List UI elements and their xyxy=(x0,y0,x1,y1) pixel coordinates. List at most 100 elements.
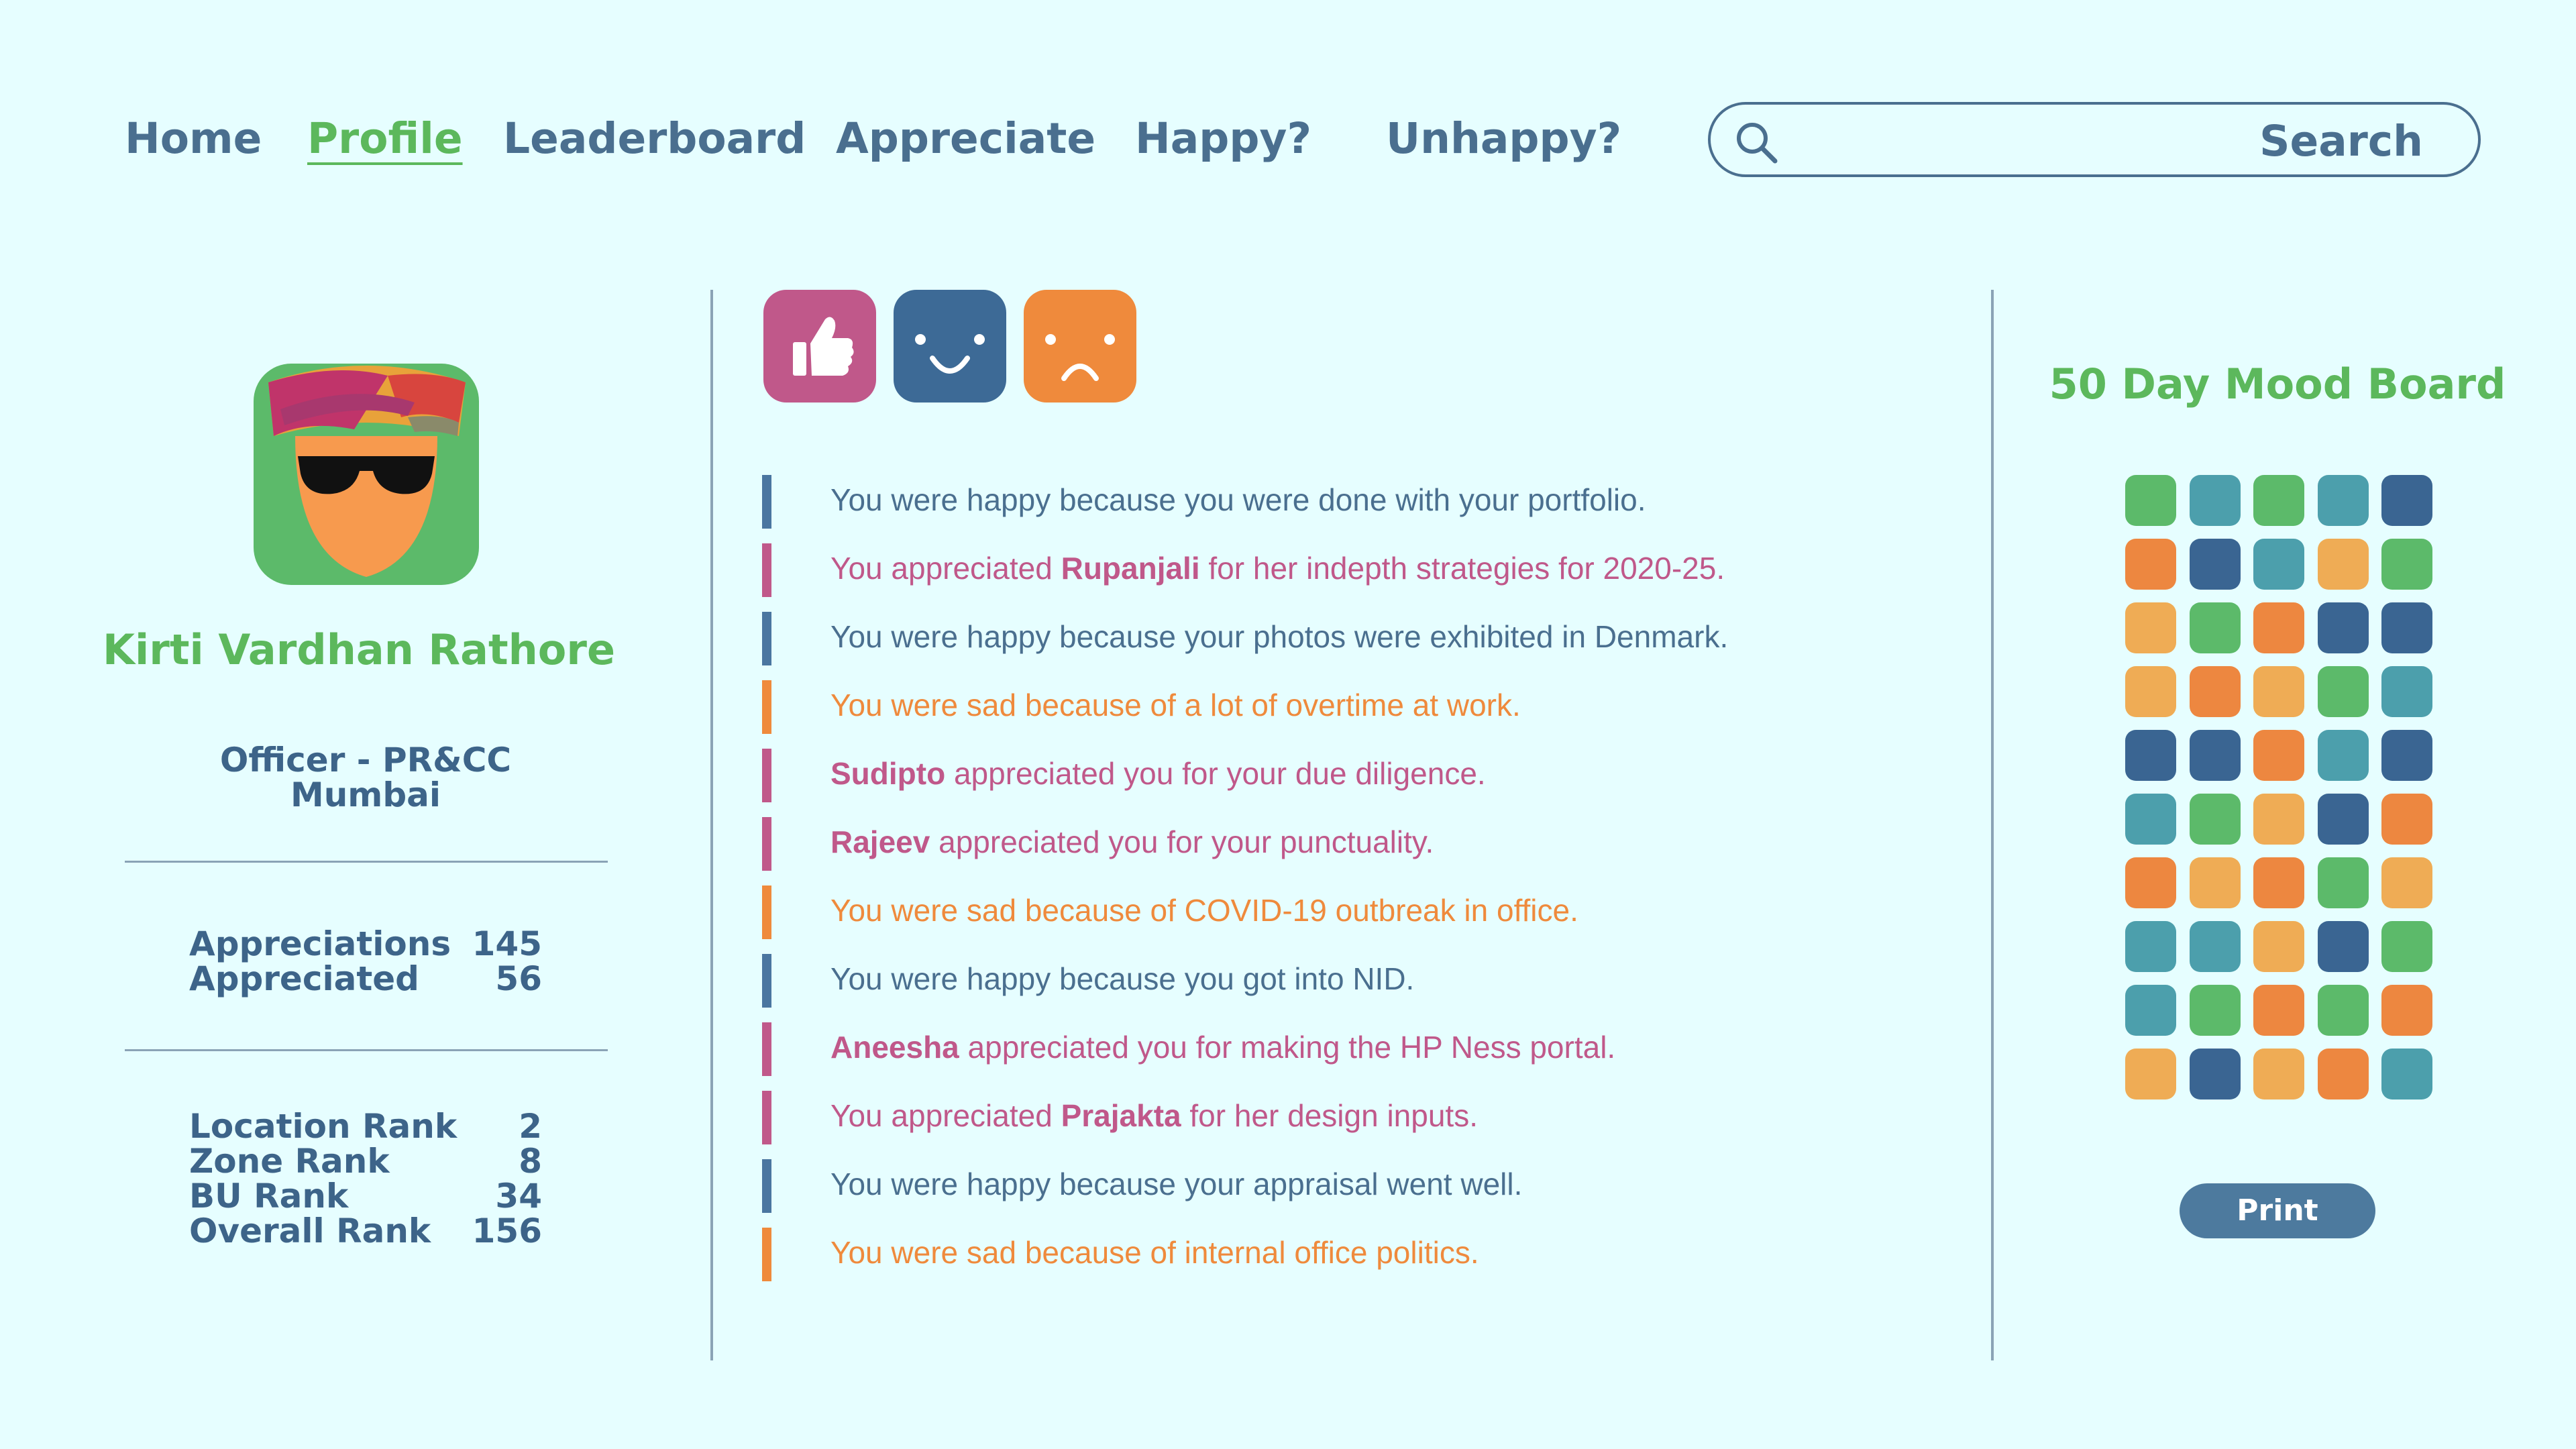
feed-person-name: Rupanjali xyxy=(1061,551,1200,586)
feed-text: You appreciated Rupanjali for her indept… xyxy=(830,550,1725,586)
mood-cell xyxy=(2318,1049,2369,1099)
feed-item: You were happy because you got into NID. xyxy=(762,954,1970,1008)
mood-cell xyxy=(2253,602,2304,653)
mood-cell xyxy=(2253,794,2304,845)
appreciate-button[interactable] xyxy=(763,290,876,402)
rank-row: Location Rank 2 xyxy=(189,1107,542,1146)
stat-label: Appreciated xyxy=(189,959,419,998)
feed-text: You were happy because you got into NID. xyxy=(830,961,1414,997)
unhappy-button[interactable] xyxy=(1024,290,1136,402)
mood-cell xyxy=(2253,921,2304,972)
mood-cell xyxy=(2253,985,2304,1036)
feed-type-bar xyxy=(762,1022,771,1076)
feed-type-bar xyxy=(762,749,771,802)
feed-item: You were sad because of COVID-19 outbrea… xyxy=(762,885,1970,939)
nav-leaderboard[interactable]: Leaderboard xyxy=(503,114,806,163)
search-input[interactable] xyxy=(1791,114,2290,166)
mood-board-grid xyxy=(2125,475,2434,1099)
stat-label: Appreciations xyxy=(189,924,451,963)
mood-cell xyxy=(2381,857,2432,908)
stat-row: Appreciated 56 xyxy=(189,959,542,998)
mood-cell xyxy=(2190,794,2241,845)
mood-cell xyxy=(2253,857,2304,908)
stat-row: Appreciations 145 xyxy=(189,924,542,963)
rank-value: 156 xyxy=(472,1212,542,1250)
print-button[interactable]: Print xyxy=(2180,1183,2375,1238)
feed-text-part: appreciated you for making the HP Ness p… xyxy=(959,1030,1616,1065)
top-nav: Home Profile Leaderboard Appreciate Happ… xyxy=(0,0,2576,201)
feed-text-part: You were happy because your photos were … xyxy=(830,619,1729,654)
feed-item: You were sad because of internal office … xyxy=(762,1228,1970,1281)
feed-text: Sudipto appreciated you for your due dil… xyxy=(830,755,1486,792)
mood-board-title: 50 Day Mood Board xyxy=(2049,360,2506,409)
mood-cell xyxy=(2190,475,2241,526)
feed-person-name: Prajakta xyxy=(1061,1098,1181,1133)
feed-text-part: You were happy because you got into NID. xyxy=(830,961,1415,996)
nav-home[interactable]: Home xyxy=(125,114,262,163)
avatar xyxy=(254,364,479,585)
mood-cell xyxy=(2190,985,2241,1036)
feed-text-part: You were happy because you were done wit… xyxy=(830,482,1646,517)
profile-title: Officer - PR&CC xyxy=(219,741,512,780)
mood-cell xyxy=(2253,730,2304,781)
rank-row: Zone Rank 8 xyxy=(189,1142,542,1181)
mood-cell xyxy=(2190,857,2241,908)
mood-cell xyxy=(2253,1049,2304,1099)
mood-cell xyxy=(2318,730,2369,781)
feed-text: You appreciated Prajakta for her design … xyxy=(830,1097,1478,1134)
profile-name: Kirti Vardhan Rathore xyxy=(102,625,615,674)
mood-cell xyxy=(2190,921,2241,972)
mood-cell xyxy=(2318,539,2369,590)
feed-text: You were happy because your photos were … xyxy=(830,619,1728,655)
mood-cell xyxy=(2318,921,2369,972)
feed-text: You were sad because of internal office … xyxy=(830,1234,1479,1271)
mood-cell xyxy=(2381,794,2432,845)
feed-person-name: Aneesha xyxy=(830,1030,959,1065)
feed-type-bar xyxy=(762,885,771,939)
feed-type-bar xyxy=(762,680,771,734)
divider xyxy=(125,1049,608,1051)
feed-type-bar xyxy=(762,1228,771,1281)
smile-icon xyxy=(894,290,1006,402)
mood-cell xyxy=(2125,475,2176,526)
search-box[interactable]: Search xyxy=(1708,102,2481,177)
feed-text-part: You were sad because of COVID-19 outbrea… xyxy=(830,893,1578,928)
feed-item: Rajeev appreciated you for your punctual… xyxy=(762,817,1970,871)
rank-label: Location Rank xyxy=(189,1107,458,1146)
feed-person-name: Sudipto xyxy=(830,756,946,791)
feed-type-bar xyxy=(762,612,771,665)
column-divider xyxy=(1991,290,1994,1360)
rank-label: Overall Rank xyxy=(189,1212,431,1250)
rank-label: BU Rank xyxy=(189,1177,349,1216)
mood-cell xyxy=(2253,666,2304,717)
feed-type-bar xyxy=(762,543,771,597)
nav-profile[interactable]: Profile xyxy=(307,114,463,163)
mood-cell xyxy=(2318,666,2369,717)
rank-row: BU Rank 34 xyxy=(189,1177,542,1216)
mood-cell xyxy=(2318,602,2369,653)
nav-unhappy[interactable]: Unhappy? xyxy=(1386,114,1621,163)
column-divider xyxy=(710,290,713,1360)
feed-text: Rajeev appreciated you for your punctual… xyxy=(830,824,1434,860)
feed-type-bar xyxy=(762,475,771,529)
feed-item: You were sad because of a lot of overtim… xyxy=(762,680,1970,734)
rank-value: 34 xyxy=(495,1177,542,1216)
rank-value: 2 xyxy=(519,1107,542,1146)
feed-text-part: You were sad because of a lot of overtim… xyxy=(830,688,1521,722)
mood-cell xyxy=(2381,475,2432,526)
happy-button[interactable] xyxy=(894,290,1006,402)
mood-cell xyxy=(2318,475,2369,526)
nav-appreciate[interactable]: Appreciate xyxy=(836,114,1095,163)
mood-cell xyxy=(2318,985,2369,1036)
rank-label: Zone Rank xyxy=(189,1142,390,1181)
feed-item: You were happy because you were done wit… xyxy=(762,475,1970,529)
nav-happy[interactable]: Happy? xyxy=(1135,114,1311,163)
mood-cell xyxy=(2318,857,2369,908)
mood-cell xyxy=(2381,1049,2432,1099)
frown-icon xyxy=(1024,290,1136,402)
mood-cell xyxy=(2318,794,2369,845)
mood-cell xyxy=(2125,985,2176,1036)
feed-item: You were happy because your appraisal we… xyxy=(762,1159,1970,1213)
mood-cell xyxy=(2253,475,2304,526)
mood-cell xyxy=(2381,985,2432,1036)
